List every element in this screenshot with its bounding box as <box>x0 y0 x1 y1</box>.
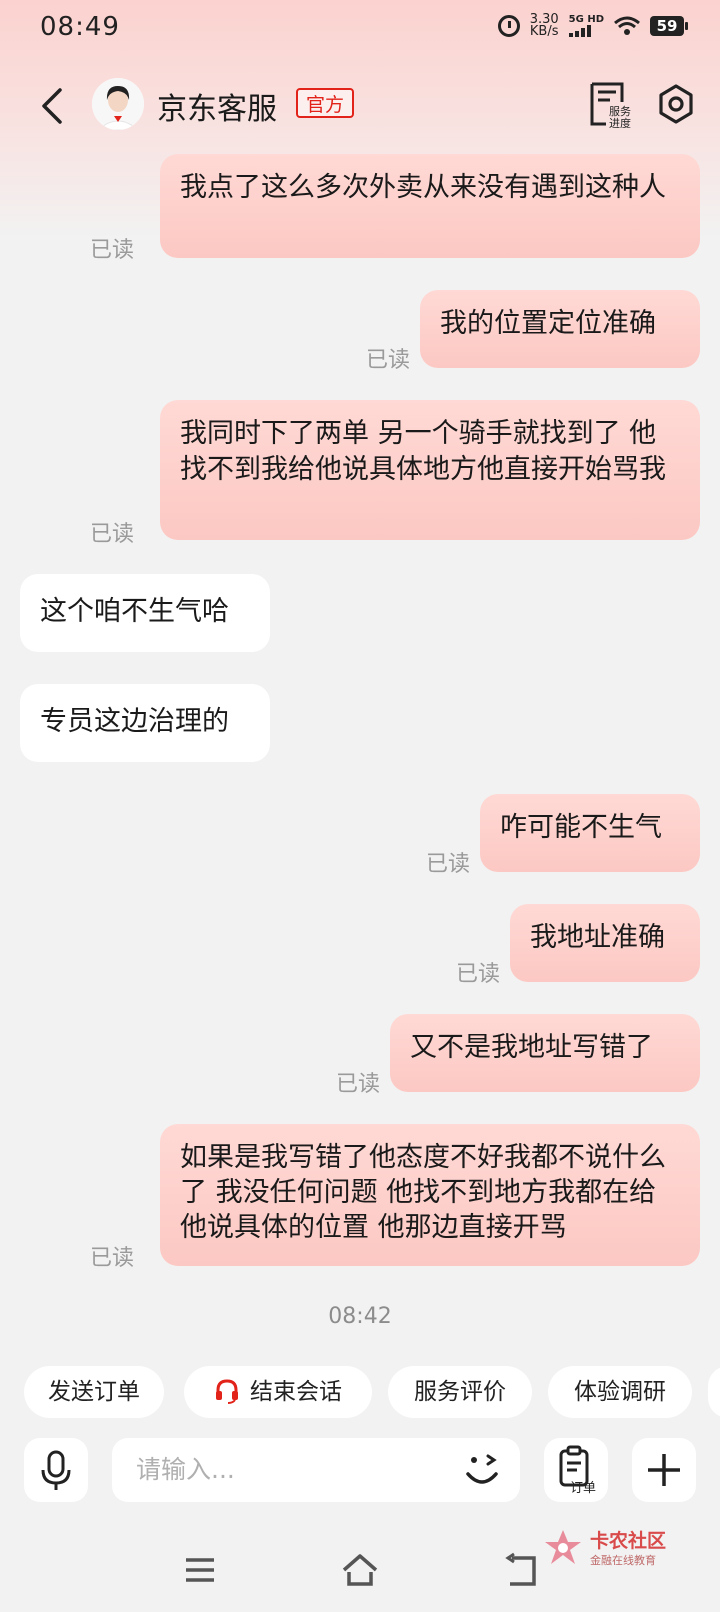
watermark: 卡农社区 金融在线教育 <box>542 1524 692 1574</box>
network-speed-unit: KB/s <box>529 24 559 39</box>
message-input-placeholder: 请输入... <box>136 1455 235 1484</box>
signal-bars-icon <box>568 25 591 37</box>
read-receipt: 已读 <box>426 852 471 877</box>
survey-button[interactable]: 体验调研 <box>548 1366 692 1418</box>
send-order-button[interactable]: 发送订单 <box>24 1366 164 1418</box>
microphone-icon <box>41 1450 71 1490</box>
input-bar: 请输入... 订单 <box>0 1438 720 1508</box>
order-button[interactable]: 订单 <box>544 1438 608 1502</box>
emoji-icon[interactable] <box>462 1450 506 1490</box>
home-icon[interactable] <box>338 1548 382 1592</box>
rate-service-button[interactable]: 服务评价 <box>388 1366 532 1418</box>
watermark-subtitle: 金融在线教育 <box>590 1554 656 1567</box>
chat-header: 京东客服 官方 服务 进度 <box>0 70 720 140</box>
back-arrow-icon[interactable] <box>34 86 74 126</box>
agent-avatar[interactable] <box>92 78 144 130</box>
status-time: 08:49 <box>40 12 120 42</box>
service-progress-icon[interactable]: 服务 进度 <box>588 80 632 128</box>
order-button-label: 订单 <box>570 1481 596 1496</box>
message-timestamp: 08:42 <box>328 1304 392 1329</box>
menu-icon[interactable] <box>178 1548 222 1592</box>
read-receipt: 已读 <box>366 348 411 373</box>
official-badge: 官方 <box>296 88 355 118</box>
outgoing-message[interactable]: 我地址准确 <box>510 904 700 982</box>
back-nav-icon[interactable] <box>500 1548 544 1592</box>
network-speed: 3.30 KB/s <box>529 13 559 39</box>
outgoing-message[interactable]: 我点了这么多次外卖从来没有遇到这种人 <box>160 154 700 258</box>
read-receipt: 已读 <box>90 522 135 547</box>
read-receipt: 已读 <box>336 1072 381 1097</box>
outgoing-message[interactable]: 我同时下了两单 另一个骑手就找到了 他找不到我给他说具体地方他直接开始骂我 <box>160 400 700 540</box>
read-receipt: 已读 <box>90 238 135 263</box>
outgoing-message[interactable]: 我的位置定位准确 <box>420 290 700 368</box>
alarm-icon <box>497 15 520 37</box>
clipboard-icon: 订单 <box>559 1445 596 1496</box>
read-receipt: 已读 <box>456 962 501 987</box>
status-bar: 08:49 3.30 KB/s 5G HD 59 <box>0 0 720 56</box>
service-progress-label-2: 进度 <box>609 116 631 128</box>
incoming-message[interactable]: 这个咱不生气哈 <box>20 574 270 652</box>
battery-icon: 59 <box>650 16 688 36</box>
outgoing-message[interactable]: 如果是我写错了他态度不好我都不说什么了 我没任何问题 他找不到地方我都在给他说具… <box>160 1124 700 1266</box>
outgoing-message[interactable]: 又不是我地址写错了 <box>390 1014 700 1092</box>
more-options-button[interactable] <box>632 1438 696 1502</box>
read-receipt: 已读 <box>90 1246 135 1271</box>
more-quick-action-chip[interactable] <box>708 1366 720 1418</box>
cellular-signal: 5G HD <box>568 14 604 37</box>
plus-icon <box>648 1454 680 1486</box>
watermark-logo-icon <box>545 1530 581 1564</box>
message-input[interactable]: 请输入... <box>112 1438 520 1502</box>
end-session-label: 结束会话 <box>250 1379 342 1405</box>
voice-input-button[interactable] <box>24 1438 88 1502</box>
status-icons: 3.30 KB/s 5G HD 59 <box>497 13 688 39</box>
settings-icon[interactable] <box>654 82 698 126</box>
quick-action-bar: 发送订单 结束会话 服务评价 体验调研 <box>0 1366 720 1418</box>
rate-service-label: 服务评价 <box>414 1379 506 1405</box>
incoming-message[interactable]: 专员这边治理的 <box>20 684 270 762</box>
end-session-button[interactable]: 结束会话 <box>184 1366 372 1418</box>
outgoing-message[interactable]: 咋可能不生气 <box>480 794 700 872</box>
network-type: 5G HD <box>568 14 604 25</box>
watermark-title: 卡农社区 <box>590 1530 667 1552</box>
headset-icon <box>216 1378 238 1404</box>
chat-title: 京东客服 <box>157 92 277 127</box>
wifi-icon <box>614 16 640 35</box>
send-order-label: 发送订单 <box>48 1379 140 1405</box>
survey-label: 体验调研 <box>574 1379 666 1405</box>
